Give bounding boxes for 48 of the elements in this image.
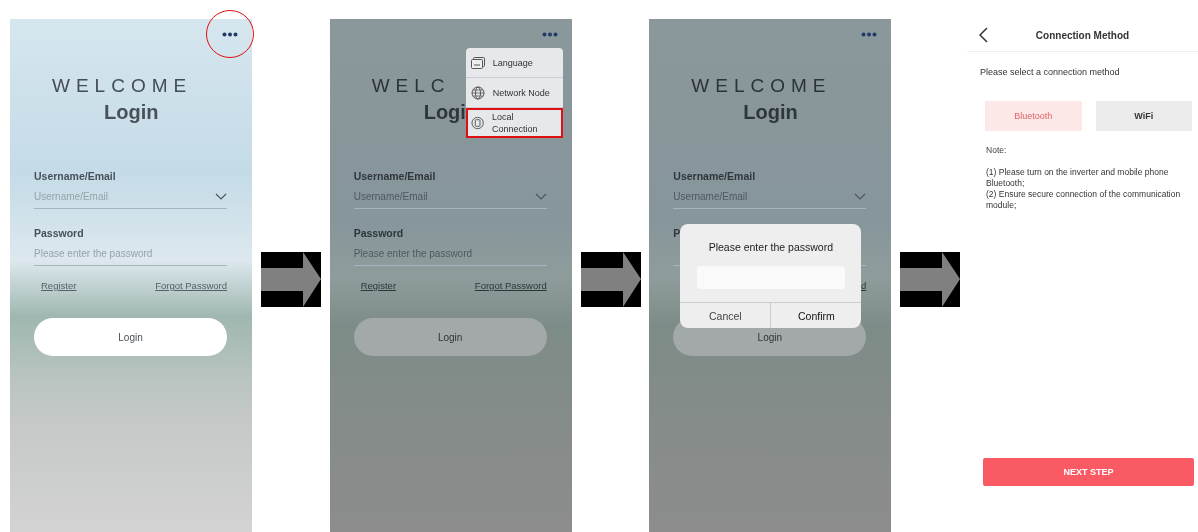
next-step-button[interactable]: NEXT STEP <box>983 458 1194 486</box>
arrow-icon <box>260 252 321 307</box>
password-label: P <box>673 227 681 239</box>
register-link[interactable]: Register <box>360 280 397 291</box>
login-button[interactable]: Login <box>34 318 227 356</box>
screen-title: Connection Method <box>1034 29 1131 41</box>
password-field[interactable]: Please enter the password <box>353 239 547 266</box>
menu-item[interactable]: Local Connection <box>465 108 563 138</box>
chevron-down-icon <box>854 192 867 200</box>
instruction-text: Please select a connection method <box>980 67 1121 77</box>
more-icon <box>222 31 238 37</box>
globe-icon <box>470 85 485 100</box>
menu-item[interactable]: Language <box>465 48 563 78</box>
username-field[interactable]: Username/Email <box>353 182 547 209</box>
language-icon <box>470 56 485 69</box>
chevron-down-icon <box>215 192 227 200</box>
welcome-heading: WELCOME <box>52 75 193 96</box>
connection-option[interactable]: Bluetooth <box>985 101 1082 131</box>
register-link[interactable]: Register <box>41 280 77 291</box>
menu-item[interactable]: Network Node <box>465 78 563 108</box>
note-text: (2) Ensure secure connection of the communication module; <box>986 189 1182 211</box>
forgot-password-link[interactable]: Forgot Password <box>155 280 227 291</box>
login-title: Logi <box>423 101 466 123</box>
more-icon <box>541 31 558 37</box>
back-icon[interactable] <box>979 27 988 43</box>
login-title: Login <box>743 101 798 123</box>
welcome-heading: WELC <box>371 75 451 96</box>
password-label: Password <box>353 227 404 239</box>
forgot-password-link[interactable]: d <box>861 280 867 291</box>
username-label: Username/Email <box>353 170 437 182</box>
device-icon <box>470 116 484 130</box>
forgot-password-link[interactable]: Forgot Password <box>474 280 547 291</box>
dialog-title: Please enter the password <box>708 241 833 253</box>
arrow-icon <box>900 252 961 307</box>
welcome-heading: WELCOME <box>691 75 832 96</box>
password-label: Password <box>34 227 84 239</box>
note-heading: Note: <box>986 145 1008 155</box>
login-title: Login <box>104 101 159 123</box>
username-field[interactable]: Username/Email <box>673 182 867 209</box>
login-button[interactable]: Login <box>353 318 547 356</box>
arrow-icon <box>580 252 641 307</box>
more-icon <box>861 31 878 37</box>
username-label: Username/Email <box>673 170 757 182</box>
connection-option[interactable]: WiFi <box>1095 101 1192 131</box>
confirm-button[interactable]: Confirm <box>770 303 862 328</box>
note-text: (1) Please turn on the inverter and mobile phone Bluetooth; <box>986 167 1170 189</box>
chevron-down-icon <box>534 192 547 200</box>
username-label: Username/Email <box>34 170 117 182</box>
